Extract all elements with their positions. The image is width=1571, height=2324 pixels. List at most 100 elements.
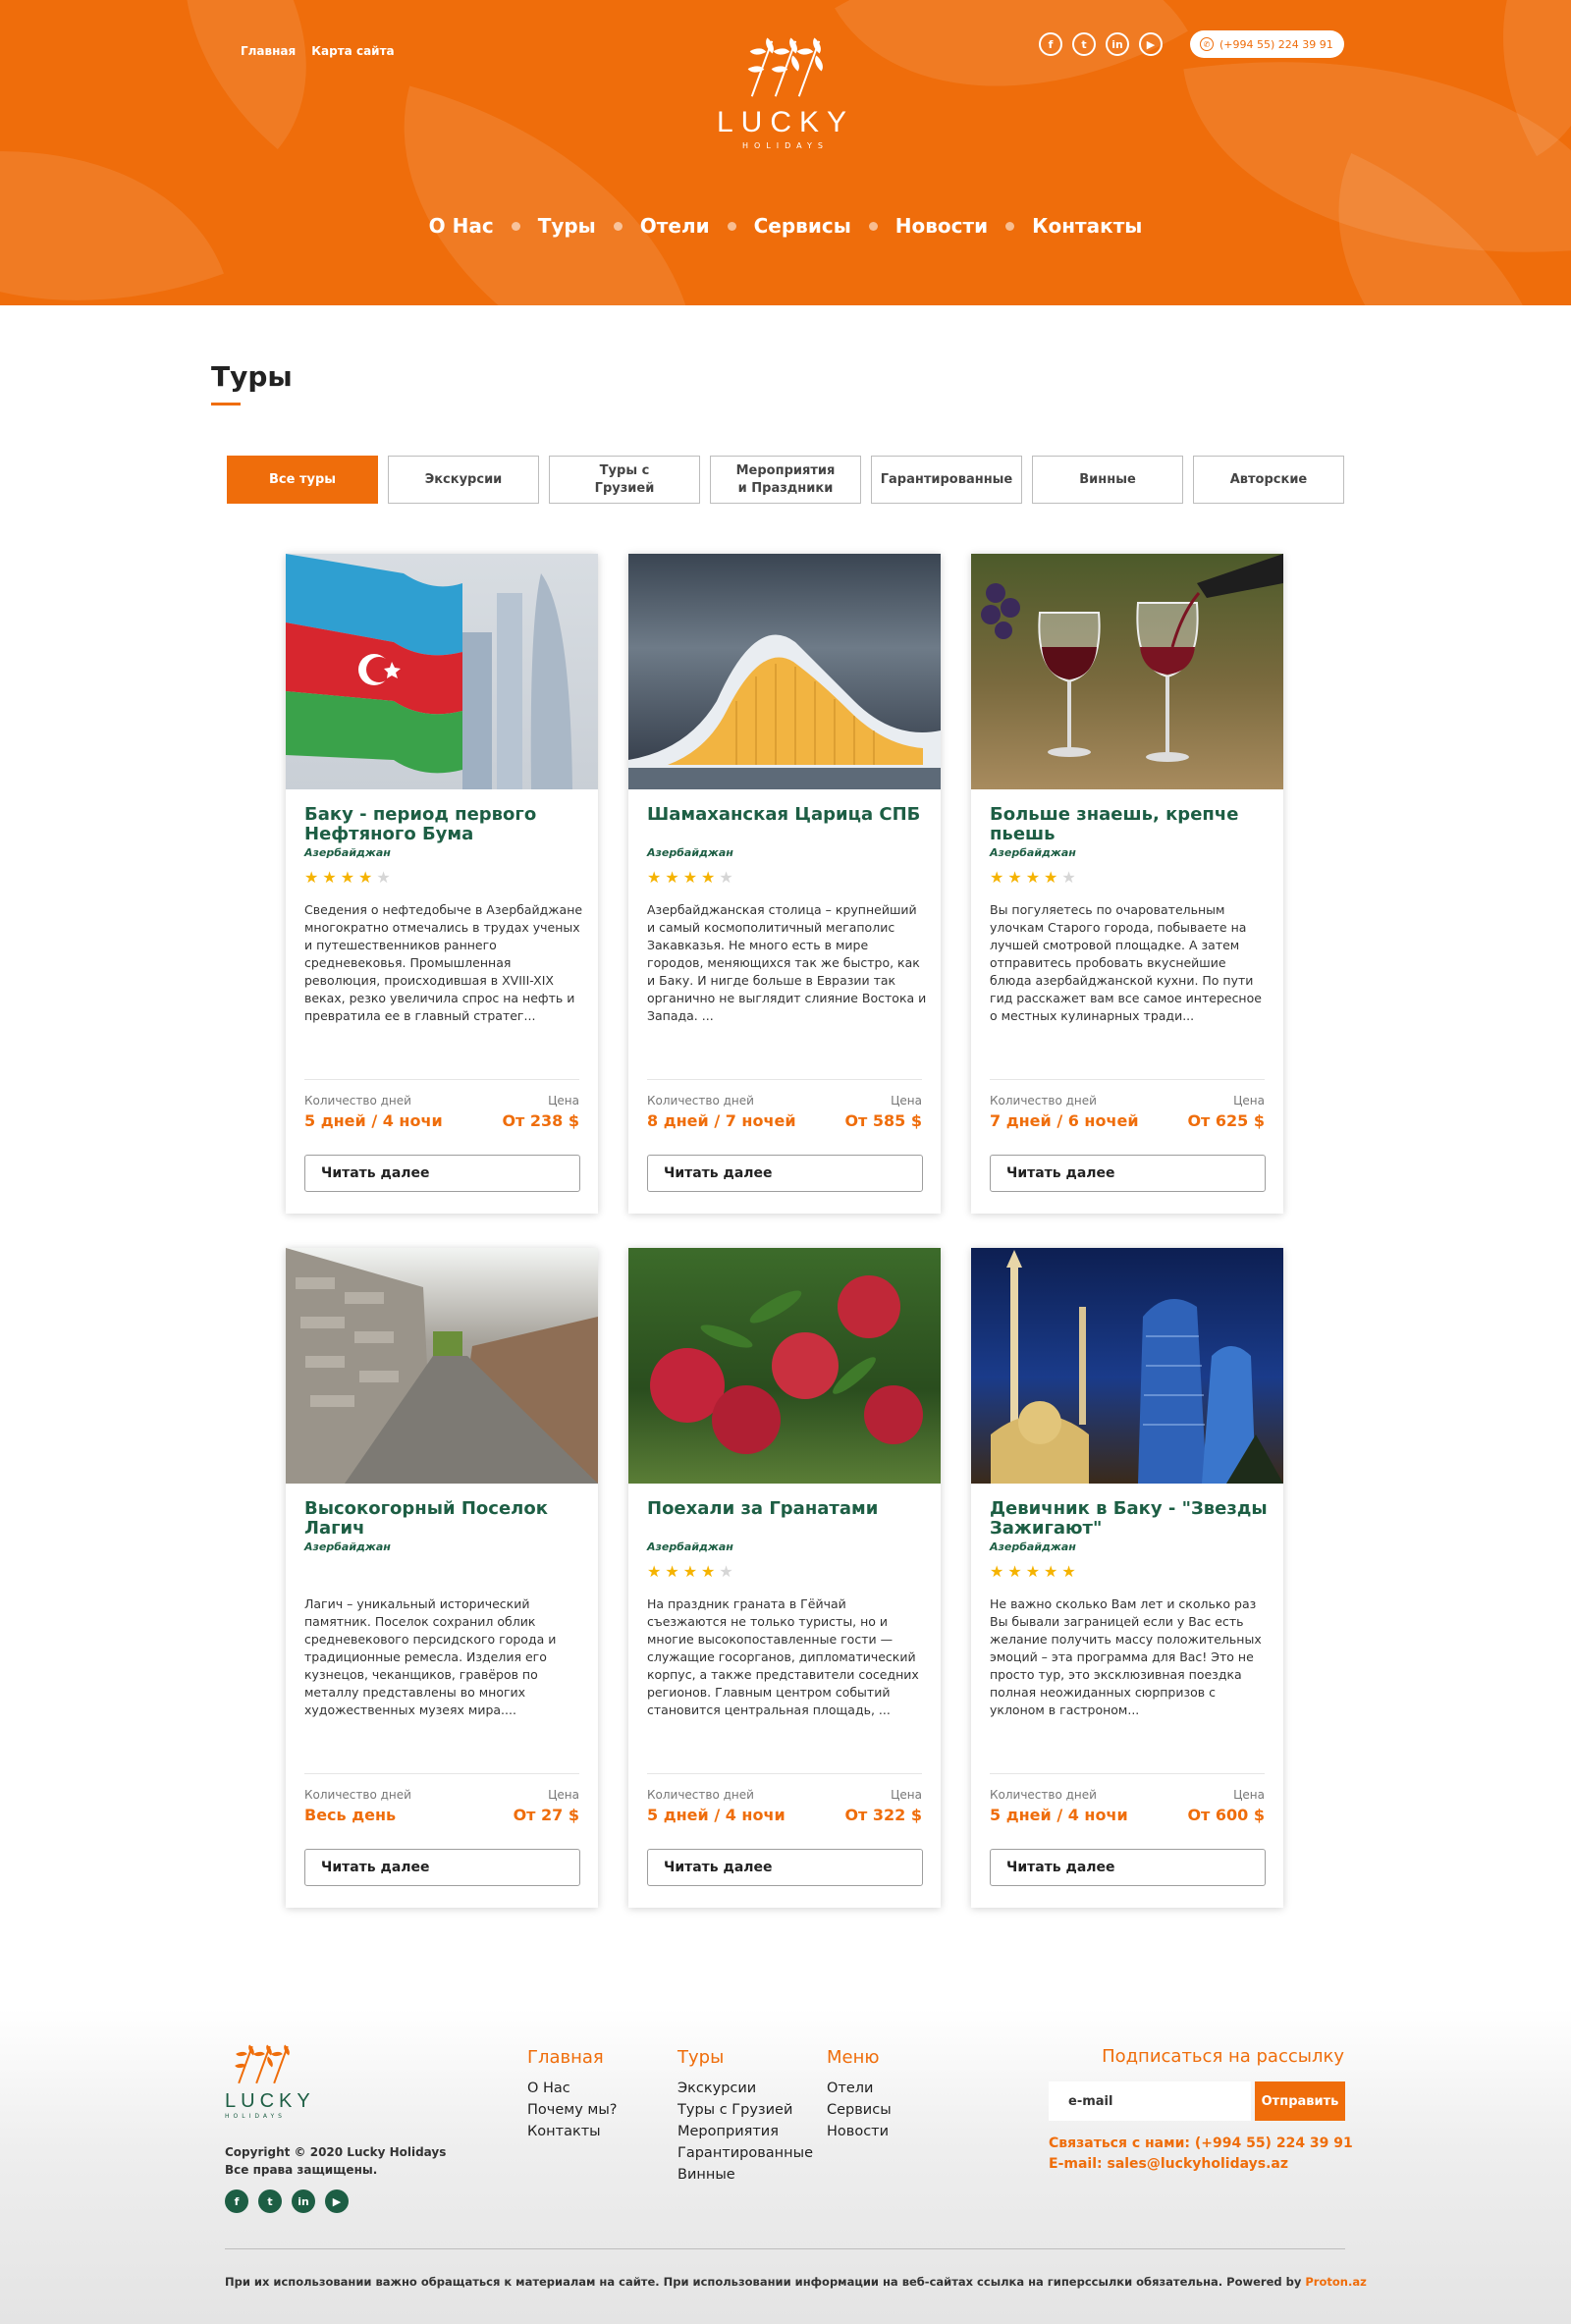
tour-image-pomegranates[interactable] bbox=[628, 1248, 941, 1484]
filter-wine[interactable]: Винные bbox=[1032, 456, 1183, 504]
top-link-home[interactable]: Главная bbox=[241, 44, 296, 58]
nav-item-services[interactable]: Сервисы bbox=[754, 214, 851, 238]
tour-card[interactable]: Поехали за Гранатами Азербайджан ★ ★ ★ ★ ★ Н… bbox=[628, 1248, 941, 1908]
tour-image-flame-towers[interactable] bbox=[971, 1248, 1283, 1484]
nav-item-news[interactable]: Новости bbox=[895, 214, 988, 238]
facebook-icon[interactable]: f bbox=[1039, 32, 1062, 56]
tour-title[interactable]: Больше знаешь, крепче пьешь bbox=[990, 805, 1270, 844]
filter-label: Авторские bbox=[1229, 471, 1308, 487]
twitter-icon[interactable]: t bbox=[1072, 32, 1096, 56]
tour-title[interactable]: Поехали за Гранатами bbox=[647, 1499, 927, 1519]
filter-author[interactable]: Авторские bbox=[1193, 456, 1344, 504]
read-more-button[interactable]: Читать далее bbox=[990, 1155, 1266, 1192]
read-more-button[interactable]: Читать далее bbox=[647, 1849, 923, 1886]
nav-item-about[interactable]: О Нас bbox=[429, 214, 494, 238]
read-more-button[interactable]: Читать далее bbox=[304, 1155, 580, 1192]
nav-item-tours[interactable]: Туры bbox=[538, 214, 596, 238]
contact-phone[interactable]: Связаться с нами: (+994 55) 224 39 91 bbox=[1049, 2135, 1353, 2151]
tour-image-lahij-street[interactable] bbox=[286, 1248, 598, 1484]
footer-col-heading[interactable]: Меню bbox=[827, 2047, 892, 2068]
youtube-icon[interactable]: ▶ bbox=[325, 2189, 349, 2213]
tour-title[interactable]: Баку - период первого Нефтяного Бума bbox=[304, 805, 584, 844]
footer-link[interactable]: Отели bbox=[827, 2078, 892, 2099]
footer-col-main: Главная О Нас Почему мы? Контакты bbox=[527, 2047, 617, 2142]
footer-link[interactable]: О Нас bbox=[527, 2078, 617, 2099]
filter-excursions[interactable]: Экскурсии bbox=[388, 456, 539, 504]
subscribe-button[interactable]: Отправить bbox=[1255, 2081, 1345, 2121]
facebook-icon[interactable]: f bbox=[225, 2189, 248, 2213]
tour-duration: 5 дней / 4 ночи bbox=[647, 1806, 786, 1824]
top-link-sitemap[interactable]: Карта сайта bbox=[311, 44, 394, 58]
tour-card[interactable]: Девичник в Баку - "Звезды Зажигают" Азер… bbox=[971, 1248, 1283, 1908]
leaf-decoration bbox=[835, 0, 1188, 179]
read-more-button[interactable]: Читать далее bbox=[990, 1849, 1266, 1886]
linkedin-icon[interactable]: in bbox=[1106, 32, 1129, 56]
tour-rating: ★ ★ ★ ★ ★ bbox=[647, 870, 733, 886]
card-divider bbox=[647, 1773, 922, 1774]
email-input[interactable] bbox=[1049, 2081, 1251, 2121]
twitter-icon[interactable]: t bbox=[258, 2189, 282, 2213]
header-phone[interactable]: ✆ (+994 55) 224 39 91 bbox=[1190, 30, 1344, 58]
footer-col-heading[interactable]: Главная bbox=[527, 2047, 617, 2068]
contact-email[interactable]: E-mail: sales@luckyholidays.az bbox=[1049, 2156, 1288, 2172]
footer-link[interactable]: Контакты bbox=[527, 2121, 617, 2142]
read-more-button[interactable]: Читать далее bbox=[647, 1155, 923, 1192]
tour-title[interactable]: Девичник в Баку - "Звезды Зажигают" bbox=[990, 1499, 1270, 1539]
footer-link[interactable]: Новости bbox=[827, 2121, 892, 2142]
logo-brand: LUCKY bbox=[716, 106, 855, 138]
header-socials: f t in ▶ bbox=[1039, 32, 1163, 56]
nav-separator bbox=[727, 221, 736, 231]
tour-card[interactable]: Шамаханская Царица СПБ Азербайджан ★ ★ ★ ★ ★… bbox=[628, 554, 941, 1214]
footer-link[interactable]: Мероприятия bbox=[677, 2121, 813, 2142]
star-icon: ★ bbox=[1007, 868, 1022, 887]
read-more-button[interactable]: Читать далее bbox=[304, 1849, 580, 1886]
tour-rating: ★ ★ ★ ★ ★ bbox=[647, 1564, 733, 1580]
filter-label: Все туры bbox=[268, 471, 337, 487]
tour-price: От 322 $ bbox=[844, 1806, 922, 1824]
tour-country: Азербайджан bbox=[647, 1540, 733, 1553]
filter-guaranteed[interactable]: Гарантированные bbox=[871, 456, 1022, 504]
site-logo[interactable]: LUCKY HOLIDAYS bbox=[697, 29, 874, 150]
footer-link[interactable]: Винные bbox=[677, 2164, 813, 2186]
tour-title[interactable]: Шамаханская Царица СПБ bbox=[647, 805, 927, 825]
footer-link[interactable]: Туры с Грузией bbox=[677, 2099, 813, 2121]
footer-link[interactable]: Сервисы bbox=[827, 2099, 892, 2121]
tour-title[interactable]: Высокогорный Поселок Лагич bbox=[304, 1499, 584, 1539]
star-icon: ★ bbox=[322, 868, 337, 887]
tour-image-wine[interactable] bbox=[971, 554, 1283, 789]
nav-item-contacts[interactable]: Контакты bbox=[1032, 214, 1142, 238]
tour-image-baku-flag[interactable] bbox=[286, 554, 598, 789]
footer-logo[interactable]: LUCKY HOLIDAYS bbox=[225, 2040, 333, 2120]
star-icon: ★ bbox=[682, 868, 698, 887]
footer-link[interactable]: Гарантированные bbox=[677, 2142, 813, 2164]
tour-description: Сведения о нефтедобыче в Азербайджане мн… bbox=[304, 902, 583, 1023]
star-icon: ★ bbox=[701, 1562, 716, 1581]
tour-country: Азербайджан bbox=[304, 846, 391, 859]
filter-georgia[interactable]: Туры с Грузией bbox=[549, 456, 700, 504]
star-icon: ★ bbox=[719, 868, 733, 887]
tour-duration: 7 дней / 6 ночей bbox=[990, 1111, 1139, 1130]
tour-rating: ★ ★ ★ ★ ★ bbox=[990, 1564, 1076, 1580]
star-icon: ★ bbox=[647, 1562, 662, 1581]
footer-link[interactable]: Экскурсии bbox=[677, 2078, 813, 2099]
powered-by-link[interactable]: Proton.az bbox=[1305, 2275, 1366, 2289]
star-icon: ★ bbox=[1007, 1562, 1022, 1581]
footer-col-heading[interactable]: Туры bbox=[677, 2047, 813, 2068]
tour-card[interactable]: Высокогорный Поселок Лагич Азербайджан Л… bbox=[286, 1248, 598, 1908]
filter-events[interactable]: Мероприятия и Праздники bbox=[710, 456, 861, 504]
tour-card[interactable]: Больше знаешь, крепче пьешь Азербайджан … bbox=[971, 554, 1283, 1214]
tour-price: От 27 $ bbox=[513, 1806, 579, 1824]
nav-item-hotels[interactable]: Отели bbox=[640, 214, 710, 238]
tour-card[interactable]: Баку - период первого Нефтяного Бума Азе… bbox=[286, 554, 598, 1214]
filter-all[interactable]: Все туры bbox=[227, 456, 378, 504]
tour-description: На праздник граната в Гёйчай съезжаются … bbox=[647, 1596, 919, 1717]
star-icon: ★ bbox=[304, 868, 319, 887]
rights-line: Все права защищены. bbox=[225, 2163, 378, 2177]
tour-image-heydar-aliyev-center[interactable] bbox=[628, 554, 941, 789]
footer-link[interactable]: Почему мы? bbox=[527, 2099, 617, 2121]
nav-separator bbox=[613, 221, 623, 231]
tour-price: От 600 $ bbox=[1187, 1806, 1265, 1824]
youtube-icon[interactable]: ▶ bbox=[1139, 32, 1163, 56]
days-label: Количество дней bbox=[647, 1094, 754, 1108]
linkedin-icon[interactable]: in bbox=[292, 2189, 315, 2213]
